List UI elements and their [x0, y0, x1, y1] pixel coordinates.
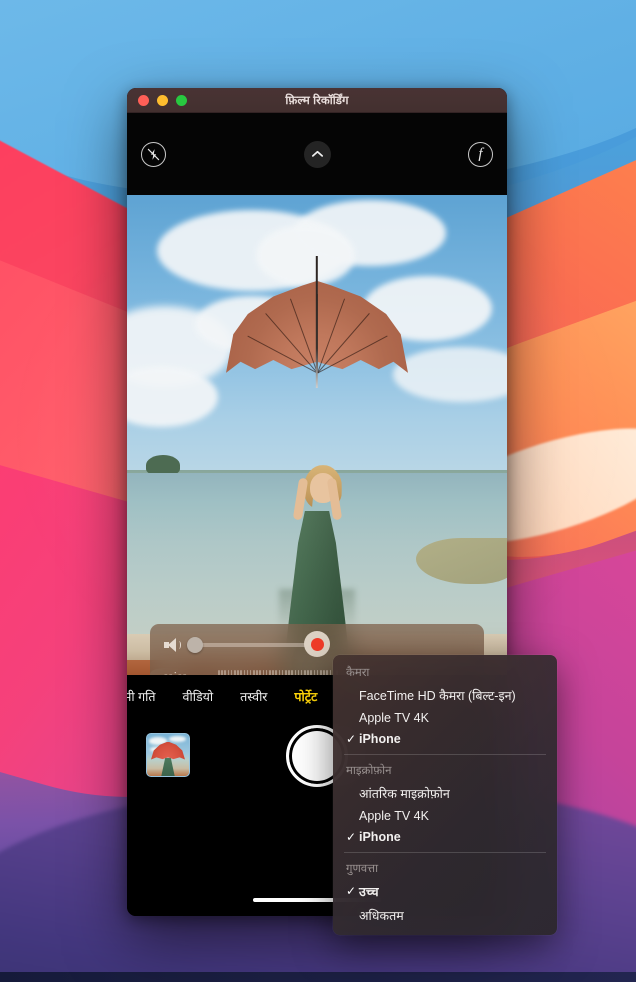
camera-mode-tab[interactable]: पोर्ट्रेट: [294, 688, 317, 705]
camera-toolbar: f: [127, 113, 507, 195]
flash-off-glyph: [147, 148, 160, 160]
wallpaper-bottom-strip: [0, 972, 636, 982]
last-photo-thumbnail[interactable]: [146, 733, 190, 777]
menu-section-header: गुणवत्ता: [346, 863, 379, 875]
menu-item-label: iPhone: [359, 731, 401, 746]
check-icon: ✓: [346, 884, 357, 898]
volume-slider-knob[interactable]: [187, 637, 203, 653]
cloud: [256, 225, 355, 286]
menu-item[interactable]: Apple TV 4K: [333, 707, 557, 728]
menu-item-label: उच्च: [359, 884, 379, 899]
maximize-button[interactable]: [176, 94, 187, 106]
umbrella-pole: [315, 255, 319, 388]
chevron-up-icon[interactable]: [303, 140, 331, 168]
traffic-lights: [127, 94, 187, 106]
record-button[interactable]: [304, 631, 330, 657]
video-preview[interactable]: --:--: [127, 195, 507, 700]
menu-separator: [344, 852, 546, 853]
window-titlebar[interactable]: फ़िल्म रिकॉर्डिंग: [127, 88, 507, 113]
menu-item[interactable]: Apple TV 4K: [333, 805, 557, 826]
camera-mode-tab[interactable]: वीडियो: [183, 688, 214, 705]
close-button[interactable]: [138, 94, 149, 106]
check-icon: ✓: [346, 731, 357, 746]
menu-item-label: FaceTime HD कैमरा (बिल्ट-इन): [359, 688, 516, 703]
chevron-up-glyph: [311, 150, 323, 157]
menu-item[interactable]: ✓ iPhone: [333, 826, 557, 847]
menu-item-label: अधिकतम: [359, 908, 404, 923]
menu-item[interactable]: ✓ उच्च: [333, 879, 557, 903]
flash-off-icon[interactable]: [141, 141, 166, 167]
menu-item[interactable]: अधिकतम: [333, 903, 557, 927]
menu-separator: [344, 754, 546, 755]
check-icon: ✓: [346, 829, 357, 844]
camera-source-menu: कैमरा FaceTime HD कैमरा (बिल्ट-इन) Apple T…: [333, 655, 557, 935]
speaker-icon[interactable]: [164, 638, 181, 652]
menu-section-header: कैमरा: [346, 667, 370, 679]
menu-item[interactable]: FaceTime HD कैमरा (बिल्ट-इन): [333, 683, 557, 707]
menu-item-label: Apple TV 4K: [359, 808, 429, 823]
menu-section-header: माइक्रोफ़ोन: [346, 765, 392, 777]
filters-f-glyph: f: [478, 145, 483, 162]
volume-slider[interactable]: [187, 637, 306, 653]
menu-item[interactable]: ✓ iPhone: [333, 728, 557, 749]
menu-item-label: iPhone: [359, 829, 401, 844]
menu-item[interactable]: आंतरिक माइक्रोफ़ोन: [333, 781, 557, 805]
menu-item-label: Apple TV 4K: [359, 710, 429, 725]
record-dot: [310, 637, 324, 651]
camera-mode-tab[interactable]: तस्वीर: [240, 688, 267, 705]
controls-top-row: [164, 631, 470, 657]
camera-mode-tab[interactable]: धीमी गति: [127, 688, 156, 705]
filters-f-icon[interactable]: f: [468, 141, 493, 167]
menu-item-label: आंतरिक माइक्रोफ़ोन: [359, 786, 450, 801]
minimize-button[interactable]: [157, 94, 168, 106]
